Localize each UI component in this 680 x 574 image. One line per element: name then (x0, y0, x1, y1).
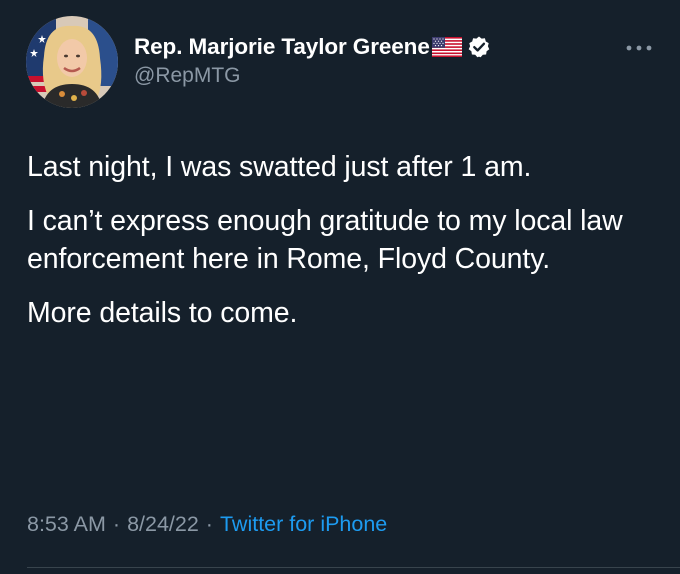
author-name-row[interactable]: Rep. Marjorie Taylor Greene (134, 33, 491, 61)
us-flag-icon (431, 37, 462, 57)
tweet-date[interactable]: 8/24/22 (127, 512, 199, 536)
tweet-text: Last night, I was swatted just after 1 a… (27, 148, 657, 348)
display-name[interactable]: Rep. Marjorie Taylor Greene (134, 34, 430, 60)
separator: · (205, 512, 213, 536)
divider (27, 567, 680, 568)
tweet-paragraph: More details to come. (27, 297, 298, 329)
tweet-source-link[interactable]: Twitter for iPhone (220, 512, 387, 536)
author-handle[interactable]: @RepMTG (134, 64, 241, 88)
tweet-paragraph: I can’t express enough gratitude to my l… (27, 205, 623, 275)
tweet-card: Rep. Marjorie Taylor Greene @RepMTG Last… (0, 0, 680, 574)
tweet-paragraph: Last night, I was swatted just after 1 a… (27, 151, 532, 183)
tweet-time[interactable]: 8:53 AM (27, 512, 106, 536)
more-options-icon[interactable] (624, 40, 654, 51)
tweet-metadata: 8:53 AM · 8/24/22 · Twitter for iPhone (27, 512, 387, 537)
avatar-image (26, 16, 118, 108)
avatar[interactable] (26, 16, 118, 108)
verified-badge-icon[interactable] (467, 35, 491, 59)
separator: · (112, 512, 121, 536)
